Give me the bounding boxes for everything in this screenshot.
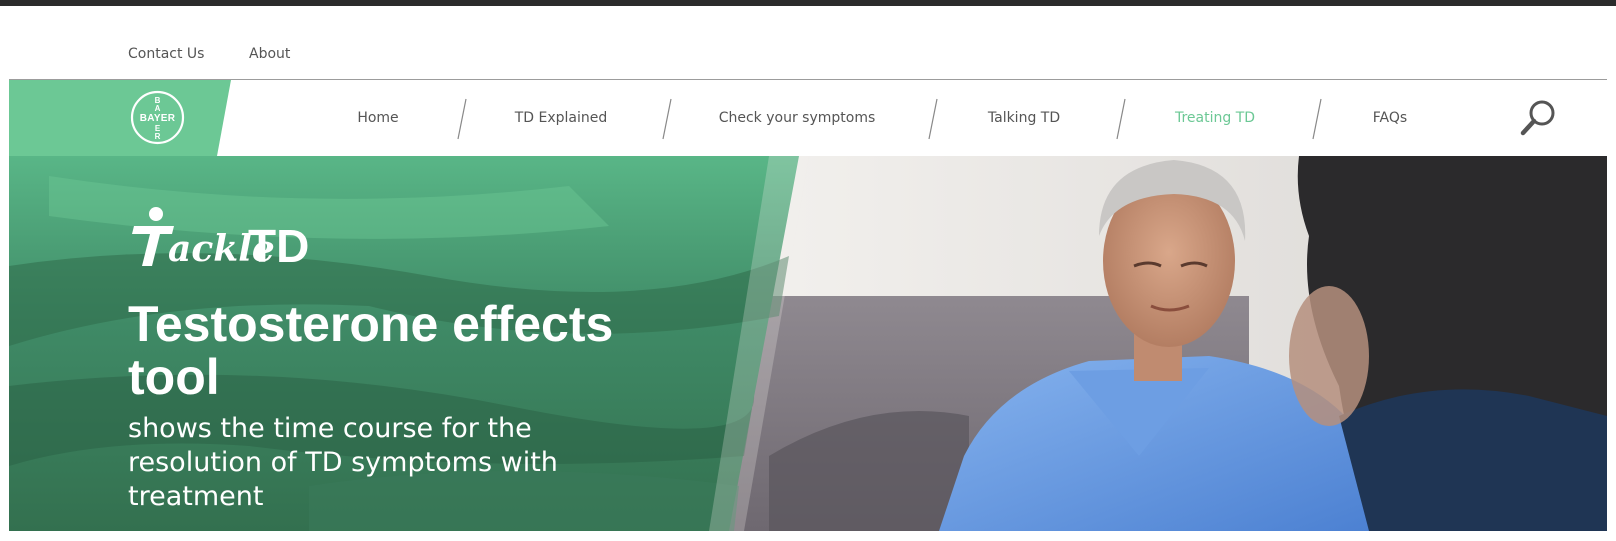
hero-subtitle: shows the time course for the resolution… <box>128 413 558 512</box>
hero-banner: ackle TD Testosterone effects tool shows… <box>9 156 1607 531</box>
main-navigation: BAYER B A E R Home TD Explained Check yo… <box>9 80 1607 156</box>
page-bottom <box>0 531 1616 541</box>
nav-separator <box>1116 98 1126 140</box>
hero-title: Testosterone effects tool <box>128 296 614 405</box>
tackle-td-logo: ackle TD <box>132 207 309 268</box>
nav-separator <box>457 98 467 140</box>
bayer-logo[interactable]: BAYER B A E R <box>130 90 185 145</box>
nav-home[interactable]: Home <box>357 110 398 126</box>
nav-td-explained[interactable]: TD Explained <box>515 110 608 126</box>
contact-us-link[interactable]: Contact Us <box>128 46 204 62</box>
nav-talking-td[interactable]: Talking TD <box>988 110 1060 126</box>
svg-text:BAYER: BAYER <box>140 113 176 124</box>
nav-separator <box>1312 98 1322 140</box>
brand-panel <box>9 80 231 156</box>
svg-text:TD: TD <box>248 220 309 268</box>
nav-treating-td[interactable]: Treating TD <box>1175 110 1255 126</box>
search-icon[interactable] <box>1519 98 1559 138</box>
nav-separator <box>662 98 672 140</box>
svg-text:A: A <box>155 104 161 113</box>
about-link[interactable]: About <box>249 46 290 62</box>
nav-check-your-symptoms[interactable]: Check your symptoms <box>719 110 876 126</box>
nav-separator <box>928 98 938 140</box>
nav-faqs[interactable]: FAQs <box>1373 110 1407 126</box>
utility-bar: Contact Us About <box>0 6 1616 80</box>
svg-text:R: R <box>155 132 161 141</box>
